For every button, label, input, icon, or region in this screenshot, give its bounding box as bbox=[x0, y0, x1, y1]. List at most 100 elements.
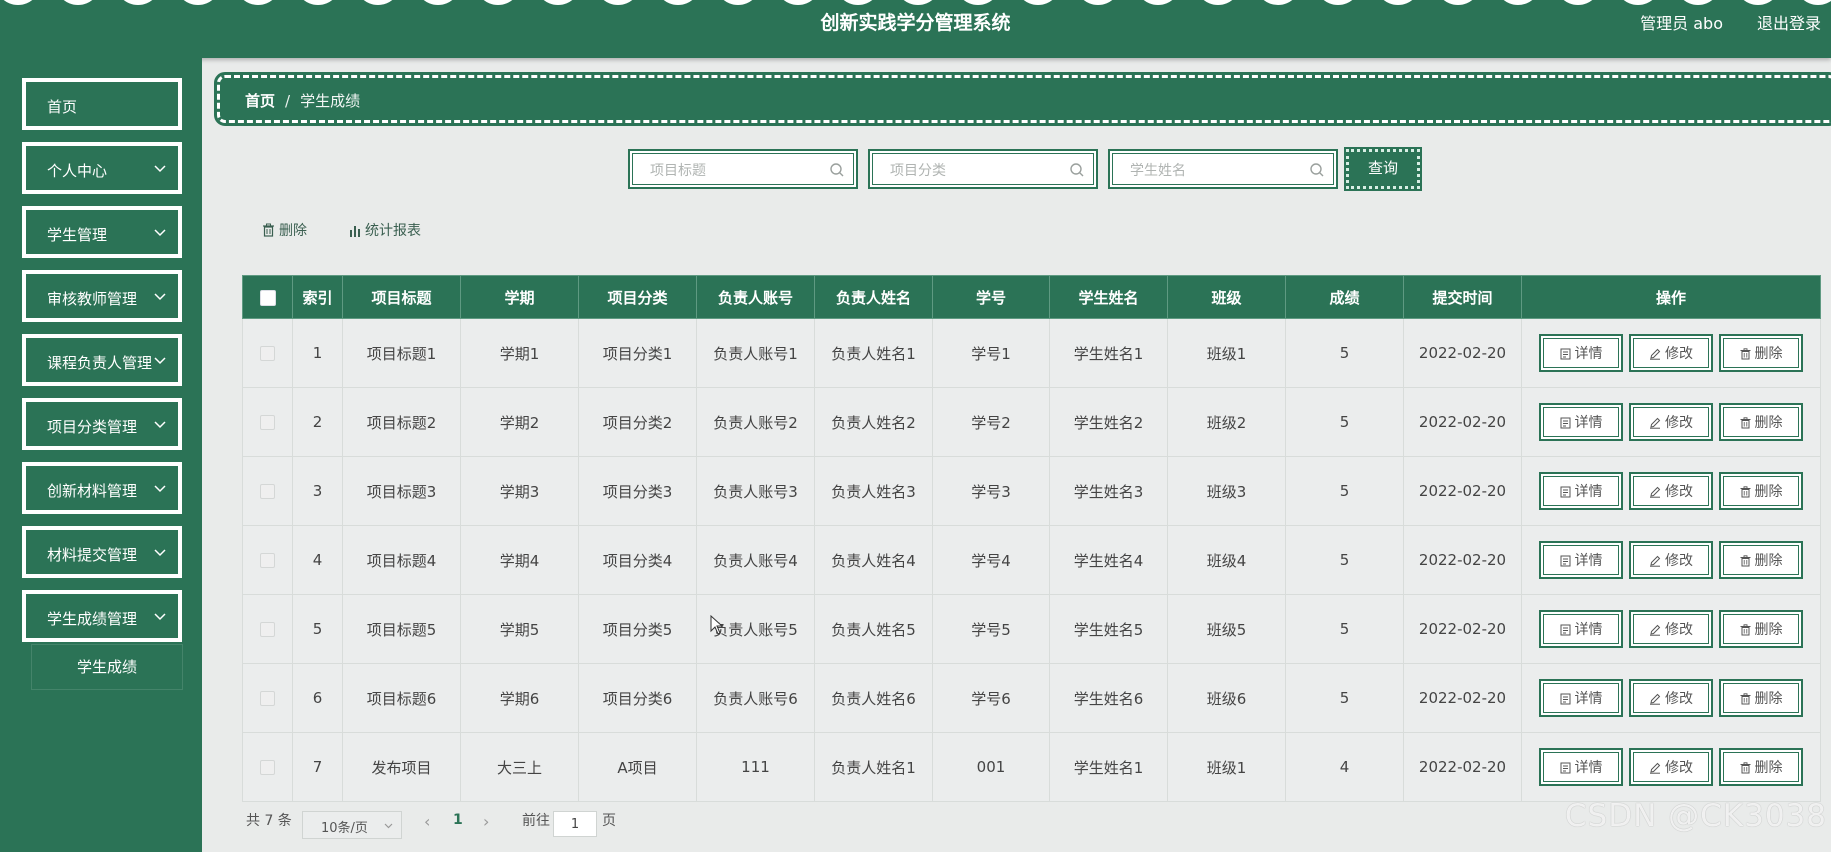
cell-student-name: 学生姓名3 bbox=[1049, 456, 1168, 526]
cell-project-title: 项目标题5 bbox=[342, 594, 461, 664]
table-row: 5 项目标题5 学期5 项目分类5 负责人账号5 负责人姓名5 学号5 学生姓名5 班级5 5 20… bbox=[242, 594, 1821, 664]
row-checkbox[interactable] bbox=[260, 553, 275, 568]
search-icon bbox=[1070, 163, 1084, 177]
edit-button[interactable]: 修改 bbox=[1629, 610, 1713, 648]
detail-button[interactable]: 详情 bbox=[1539, 610, 1623, 648]
sidebar-item-6[interactable]: 创新材料管理 bbox=[20, 460, 184, 516]
row-checkbox[interactable] bbox=[260, 346, 275, 361]
delete-button[interactable]: 删除 bbox=[1719, 679, 1803, 717]
page-size-value: 10条/页 bbox=[321, 821, 368, 836]
sidebar-item-label: 学生管理 bbox=[47, 226, 108, 244]
sidebar-item-1[interactable]: 个人中心 bbox=[20, 140, 184, 196]
edit-button[interactable]: 修改 bbox=[1629, 748, 1713, 786]
row-checkbox[interactable] bbox=[260, 484, 275, 499]
detail-button[interactable]: 详情 bbox=[1539, 679, 1623, 717]
cell-lead-account: 负责人账号2 bbox=[696, 387, 815, 457]
detail-button[interactable]: 详情 bbox=[1539, 403, 1623, 441]
cell-score: 5 bbox=[1285, 387, 1404, 457]
delete-button[interactable]: 删除 bbox=[1719, 403, 1803, 441]
cell-score: 5 bbox=[1285, 663, 1404, 733]
search-title-input[interactable] bbox=[648, 156, 832, 186]
detail-button[interactable]: 详情 bbox=[1539, 472, 1623, 510]
detail-label: 详情 bbox=[1574, 484, 1603, 500]
cell-select[interactable] bbox=[242, 525, 293, 595]
delete-button[interactable]: 删除 bbox=[1719, 472, 1803, 510]
scallop-circle bbox=[1503, 0, 1533, 5]
cell-term: 学期1 bbox=[460, 318, 579, 388]
cell-lead-account: 负责人账号4 bbox=[696, 525, 815, 595]
statistics-report-button[interactable]: 统计报表 bbox=[349, 220, 421, 240]
row-checkbox[interactable] bbox=[260, 691, 275, 706]
page-size-select[interactable]: 10条/页 bbox=[302, 811, 402, 839]
sidebar-item-7[interactable]: 材料提交管理 bbox=[20, 524, 184, 580]
detail-button[interactable]: 详情 bbox=[1539, 541, 1623, 579]
scallop-circle bbox=[243, 0, 273, 5]
cell-index: 2 bbox=[292, 387, 343, 457]
sidebar-item-0[interactable]: 首页 bbox=[20, 76, 184, 132]
detail-label: 详情 bbox=[1574, 622, 1603, 638]
trash-icon bbox=[1740, 624, 1750, 636]
edit-button[interactable]: 修改 bbox=[1629, 334, 1713, 372]
row-checkbox[interactable] bbox=[260, 415, 275, 430]
cell-select[interactable] bbox=[242, 663, 293, 733]
row-checkbox[interactable] bbox=[260, 760, 275, 775]
cell-submit-time: 2022-02-20 bbox=[1403, 732, 1522, 802]
scallop-circle bbox=[543, 0, 573, 5]
detail-button[interactable]: 详情 bbox=[1539, 334, 1623, 372]
sidebar-subitem-student-scores[interactable]: 学生成绩 bbox=[32, 645, 182, 689]
scallop-circle bbox=[1743, 0, 1773, 5]
sidebar-item-3[interactable]: 审核教师管理 bbox=[20, 268, 184, 324]
detail-button[interactable]: 详情 bbox=[1539, 748, 1623, 786]
edit-button[interactable]: 修改 bbox=[1629, 541, 1713, 579]
edit-button[interactable]: 修改 bbox=[1629, 472, 1713, 510]
sidebar-item-label: 个人中心 bbox=[47, 162, 108, 180]
trash-icon bbox=[1740, 762, 1750, 774]
logout-link[interactable]: 退出登录 bbox=[1757, 10, 1821, 34]
edit-button[interactable]: 修改 bbox=[1629, 403, 1713, 441]
sidebar-item-2[interactable]: 学生管理 bbox=[20, 204, 184, 260]
cell-submit-time: 2022-02-20 bbox=[1403, 663, 1522, 733]
table-body: 1 项目标题1 学期1 项目分类1 负责人账号1 负责人姓名1 学号1 学生姓名1 班级1 5 20… bbox=[242, 318, 1821, 802]
cell-project-title: 项目标题6 bbox=[342, 663, 461, 733]
cell-student-id: 001 bbox=[932, 732, 1050, 802]
sidebar-item-8[interactable]: 学生成绩管理 bbox=[20, 588, 184, 644]
select-all-checkbox[interactable] bbox=[259, 289, 276, 306]
delete-button[interactable]: 删除 bbox=[1719, 748, 1803, 786]
cell-select[interactable] bbox=[242, 318, 293, 388]
sidebar-item-5[interactable]: 项目分类管理 bbox=[20, 396, 184, 452]
scallop-circle bbox=[363, 0, 393, 5]
cell-select[interactable] bbox=[242, 732, 293, 802]
detail-label: 详情 bbox=[1574, 415, 1603, 431]
cell-select[interactable] bbox=[242, 594, 293, 664]
page-number-current[interactable]: 1 bbox=[453, 812, 463, 828]
scallop-circle bbox=[1083, 0, 1113, 5]
goto-page-input[interactable] bbox=[553, 811, 597, 837]
breadcrumb-home-link[interactable]: 首页 bbox=[245, 92, 275, 110]
cell-student-id: 学号5 bbox=[932, 594, 1050, 664]
scallop-circle bbox=[1563, 0, 1593, 5]
search-student-input[interactable] bbox=[1128, 156, 1312, 186]
prev-page-button[interactable]: ‹ bbox=[424, 812, 430, 831]
cell-select[interactable] bbox=[242, 387, 293, 457]
row-checkbox[interactable] bbox=[260, 622, 275, 637]
sidebar-item-4[interactable]: 课程负责人管理 bbox=[20, 332, 184, 388]
cell-actions: 详情 修改 删除 bbox=[1521, 594, 1821, 664]
batch-delete-button[interactable]: 删除 bbox=[262, 220, 307, 240]
cell-select[interactable] bbox=[242, 456, 293, 526]
bar-chart-icon bbox=[350, 226, 360, 237]
sidebar-item-label: 学生成绩管理 bbox=[47, 610, 138, 628]
edit-button[interactable]: 修改 bbox=[1629, 679, 1713, 717]
delete-button[interactable]: 删除 bbox=[1719, 334, 1803, 372]
search-category-input[interactable] bbox=[888, 156, 1072, 186]
document-icon bbox=[1560, 486, 1570, 498]
scallop-circle bbox=[843, 0, 873, 5]
next-page-button[interactable]: › bbox=[483, 812, 489, 831]
header-select-all[interactable] bbox=[242, 275, 293, 319]
search-title-box bbox=[628, 149, 858, 189]
cell-lead-name: 负责人姓名6 bbox=[814, 663, 933, 733]
query-button[interactable]: 查询 bbox=[1344, 147, 1422, 191]
scallop-circle bbox=[1623, 0, 1653, 5]
delete-button[interactable]: 删除 bbox=[1719, 610, 1803, 648]
delete-button[interactable]: 删除 bbox=[1719, 541, 1803, 579]
header-actions: 操作 bbox=[1521, 275, 1821, 319]
